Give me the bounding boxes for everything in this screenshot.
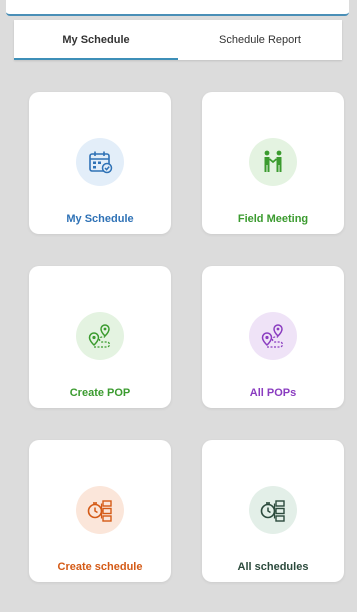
card-label: Field Meeting [237, 213, 309, 225]
route-pins-icon [76, 312, 124, 360]
tab-label: Schedule Report [219, 34, 301, 46]
card-label: My Schedule [66, 213, 134, 225]
tab-my-schedule[interactable]: My Schedule [14, 20, 178, 60]
route-pins-icon [249, 312, 297, 360]
card-label: All schedules [237, 561, 309, 573]
card-label: Create POP [69, 387, 131, 399]
field-meeting-card[interactable]: Field Meeting [202, 92, 344, 234]
my-schedule-card[interactable]: My Schedule [29, 92, 171, 234]
card-label: Create schedule [57, 561, 143, 573]
all-schedules-card[interactable]: All schedules [202, 440, 344, 582]
clock-list-icon [249, 486, 297, 534]
create-schedule-card[interactable]: Create schedule [29, 440, 171, 582]
calendar-check-icon [76, 138, 124, 186]
all-pops-card[interactable]: All POPs [202, 266, 344, 408]
card-label: All POPs [249, 387, 297, 399]
create-pop-card[interactable]: Create POP [29, 266, 171, 408]
clock-list-icon [76, 486, 124, 534]
top-header-strip [6, 0, 349, 16]
tab-schedule-report[interactable]: Schedule Report [178, 20, 342, 60]
handshake-people-icon [249, 138, 297, 186]
tab-label: My Schedule [62, 34, 130, 46]
tab-bar: My Schedule Schedule Report [14, 20, 342, 60]
